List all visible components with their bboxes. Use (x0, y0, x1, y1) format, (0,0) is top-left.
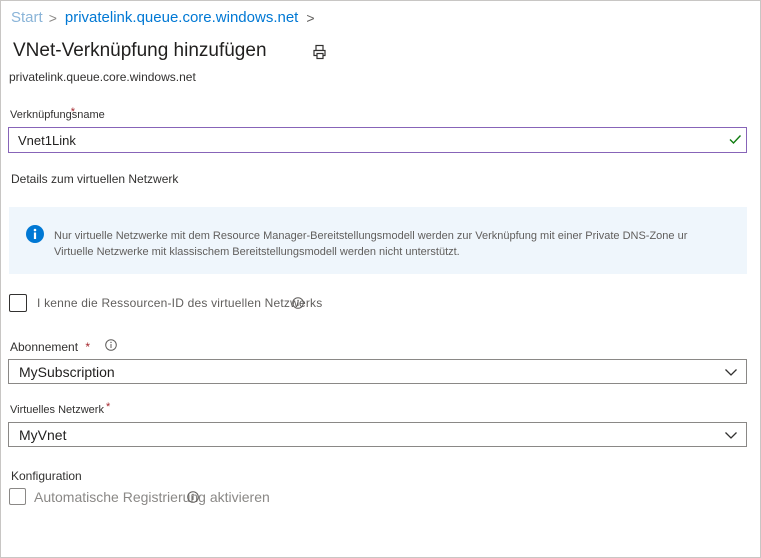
required-marker: * (70, 106, 76, 118)
vnet-details-heading: Details zum virtuellen Netzwerk (11, 172, 179, 186)
resource-id-info-icon[interactable] (292, 297, 304, 309)
link-name-label: Verknüpfungsname* (10, 106, 111, 121)
subscription-label-text: Abonnement (10, 340, 79, 354)
subscription-label: Abonnement * (10, 340, 90, 354)
info-message-box: Nur virtuelle Netzwerke mit dem Resource… (9, 207, 747, 274)
breadcrumb: Start > privatelink.queue.core.windows.n… (11, 9, 315, 26)
breadcrumb-dns-zone-link[interactable]: privatelink.queue.core.windows.net (65, 9, 298, 26)
virtual-network-label: Virtuelles Netzwerk * (10, 401, 111, 416)
subscription-info-icon[interactable] (105, 339, 117, 351)
auto-registration-label[interactable]: Automatische Registrierung aktivieren (34, 489, 270, 505)
required-marker: * (85, 340, 91, 354)
auto-registration-checkbox[interactable] (9, 488, 26, 505)
link-name-label-text: Verknüpfungsname (10, 109, 105, 121)
link-name-input[interactable] (9, 128, 718, 152)
resource-id-checkbox-label[interactable]: I kenne die Ressourcen-ID des virtuellen… (37, 296, 322, 310)
chevron-down-icon (725, 368, 737, 376)
required-marker: * (105, 401, 111, 413)
subscription-dropdown[interactable]: MySubscription (8, 359, 747, 384)
info-icon (26, 225, 44, 243)
virtual-network-label-text: Virtuelles Netzwerk (10, 404, 104, 416)
virtual-network-value: MyVnet (19, 426, 67, 443)
chevron-down-icon (725, 431, 737, 439)
auto-registration-info-icon[interactable] (187, 491, 199, 503)
info-line-1: Nur virtuelle Netzwerke mit dem Resource… (54, 230, 688, 242)
print-icon[interactable] (312, 44, 328, 60)
info-message-text: Nur virtuelle Netzwerke mit dem Resource… (54, 228, 687, 260)
checkmark-icon (729, 135, 742, 145)
page-title: VNet-Verknüpfung hinzufügen (13, 40, 267, 61)
page-subtitle: privatelink.queue.core.windows.net (9, 70, 196, 84)
configuration-heading: Konfiguration (11, 469, 82, 483)
breadcrumb-chevron-icon: > (306, 9, 315, 26)
info-line-2: Virtuelle Netzwerke mit klassischem Bere… (54, 246, 460, 258)
subscription-value: MySubscription (19, 363, 115, 380)
breadcrumb-home-link[interactable]: Start (11, 9, 43, 26)
breadcrumb-separator: > (48, 9, 57, 26)
resource-id-label-text: I kenne die Ressourcen-ID des virtuellen… (37, 296, 323, 310)
resource-id-checkbox[interactable] (9, 294, 27, 312)
virtual-network-dropdown[interactable]: MyVnet (8, 422, 747, 447)
link-name-field[interactable] (8, 127, 747, 153)
